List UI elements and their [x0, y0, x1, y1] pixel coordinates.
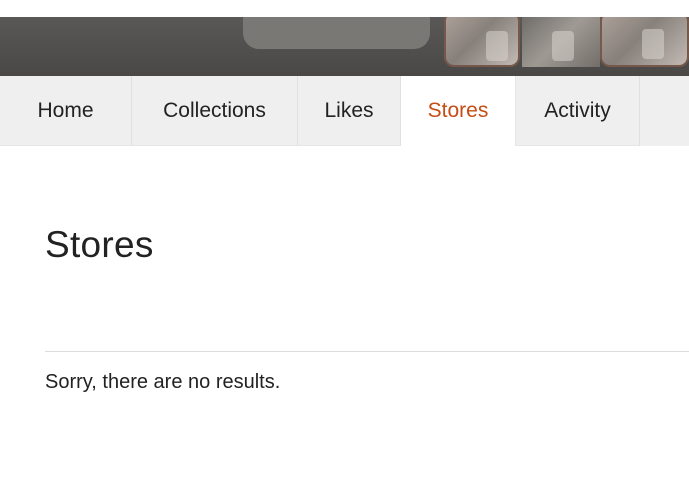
page: Home Collections Likes Stores Activity S… — [0, 0, 689, 499]
banner-thumbnail[interactable] — [522, 17, 600, 67]
tab-overflow[interactable] — [640, 76, 689, 146]
top-strip — [0, 0, 689, 17]
tab-home[interactable]: Home — [0, 76, 132, 146]
divider — [45, 351, 689, 352]
thumbnail-detail — [642, 29, 664, 59]
tab-stores[interactable]: Stores — [401, 76, 516, 146]
tab-label: Stores — [427, 99, 489, 122]
tab-collections[interactable]: Collections — [132, 76, 298, 146]
tab-label: Home — [37, 99, 94, 122]
banner-thumbnail[interactable] — [600, 17, 689, 67]
profile-tab-bar: Home Collections Likes Stores Activity — [0, 76, 689, 146]
tab-likes[interactable]: Likes — [298, 76, 401, 146]
tab-label: Likes — [324, 99, 374, 122]
tab-label: Collections — [163, 99, 266, 122]
banner-thumbnail[interactable] — [444, 17, 520, 67]
banner-cover-button[interactable] — [243, 17, 430, 49]
profile-banner — [0, 17, 689, 76]
tab-activity[interactable]: Activity — [516, 76, 640, 146]
thumbnail-detail — [552, 31, 574, 61]
page-title: Stores — [45, 224, 154, 265]
tab-label: Activity — [544, 99, 611, 122]
empty-results-message: Sorry, there are no results. — [45, 371, 281, 393]
thumbnail-detail — [486, 31, 508, 61]
